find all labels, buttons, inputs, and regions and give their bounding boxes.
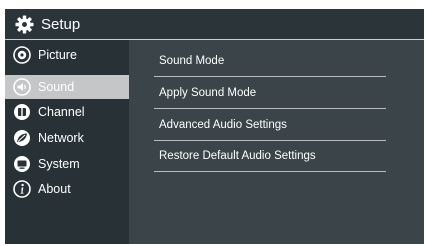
sidebar-item-label: Channel	[38, 105, 85, 119]
menu-item-label: Apply Sound Mode	[159, 87, 257, 99]
sidebar-item-picture[interactable]: Picture	[5, 43, 129, 67]
sound-settings-panel: Sound Mode Apply Sound Mode Advanced Aud…	[129, 40, 424, 244]
title-bar: Setup	[5, 9, 424, 39]
menu-item-label: Advanced Audio Settings	[159, 119, 287, 131]
menu-item-apply-sound-mode[interactable]: Apply Sound Mode	[139, 77, 386, 109]
system-icon	[14, 156, 30, 172]
page-title: Setup	[41, 16, 81, 33]
sidebar-item-system[interactable]: System	[5, 152, 129, 176]
sidebar-item-label: Network	[38, 131, 84, 145]
sidebar-item-label: Sound	[38, 80, 75, 94]
menu-item-label: Restore Default Audio Settings	[159, 150, 316, 162]
menu-item-sound-mode[interactable]: Sound Mode	[139, 45, 386, 77]
info-icon	[13, 180, 31, 198]
menu-item-restore-default-audio-settings[interactable]: Restore Default Audio Settings	[139, 140, 386, 172]
menu-divider	[154, 171, 386, 172]
sidebar-item-about[interactable]: About	[5, 177, 129, 201]
menu-item-advanced-audio-settings[interactable]: Advanced Audio Settings	[139, 109, 386, 141]
network-icon	[14, 130, 30, 146]
picture-icon	[13, 46, 31, 64]
sidebar-item-network[interactable]: Network	[5, 126, 129, 150]
sidebar: Picture Sound Channel Network System Abo…	[5, 40, 129, 244]
sidebar-item-sound[interactable]: Sound	[5, 75, 129, 99]
sidebar-item-label: System	[38, 157, 80, 171]
channel-icon	[14, 104, 30, 120]
menu-item-label: Sound Mode	[159, 55, 225, 67]
gear-icon	[15, 15, 34, 34]
speaker-icon	[13, 78, 31, 96]
setup-screen: Setup Picture Sound Channel Network Syst…	[5, 9, 424, 244]
sidebar-item-label: About	[38, 182, 71, 196]
sidebar-item-channel[interactable]: Channel	[5, 100, 129, 124]
sidebar-item-label: Picture	[38, 48, 77, 62]
